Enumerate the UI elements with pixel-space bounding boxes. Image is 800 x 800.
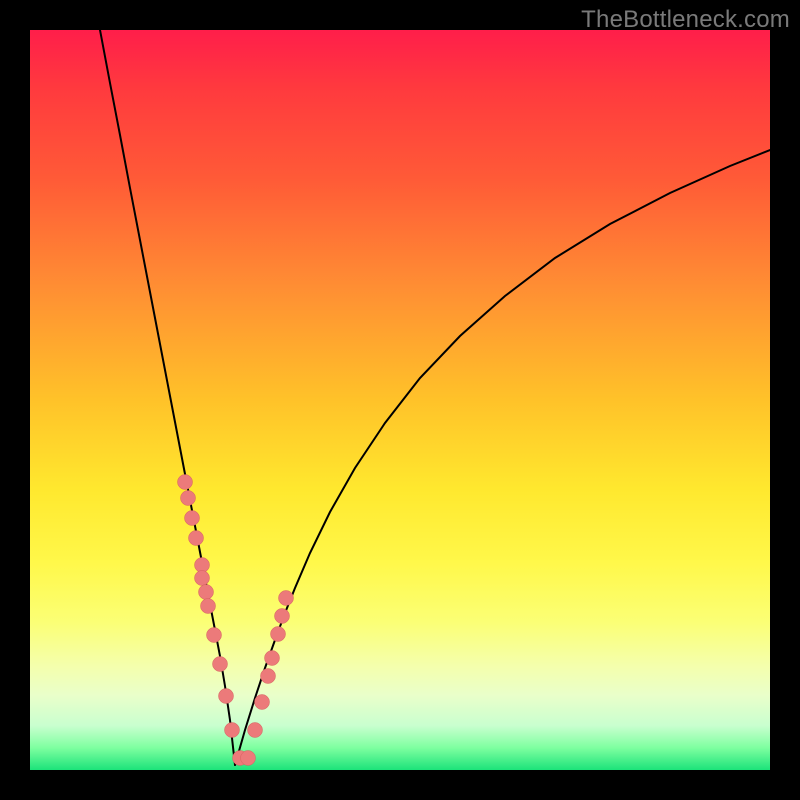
heat-gradient-background: [30, 30, 770, 770]
watermark-label: TheBottleneck.com: [581, 6, 790, 34]
outer-frame: TheBottleneck.com: [0, 0, 800, 800]
plot-area: [30, 30, 770, 770]
